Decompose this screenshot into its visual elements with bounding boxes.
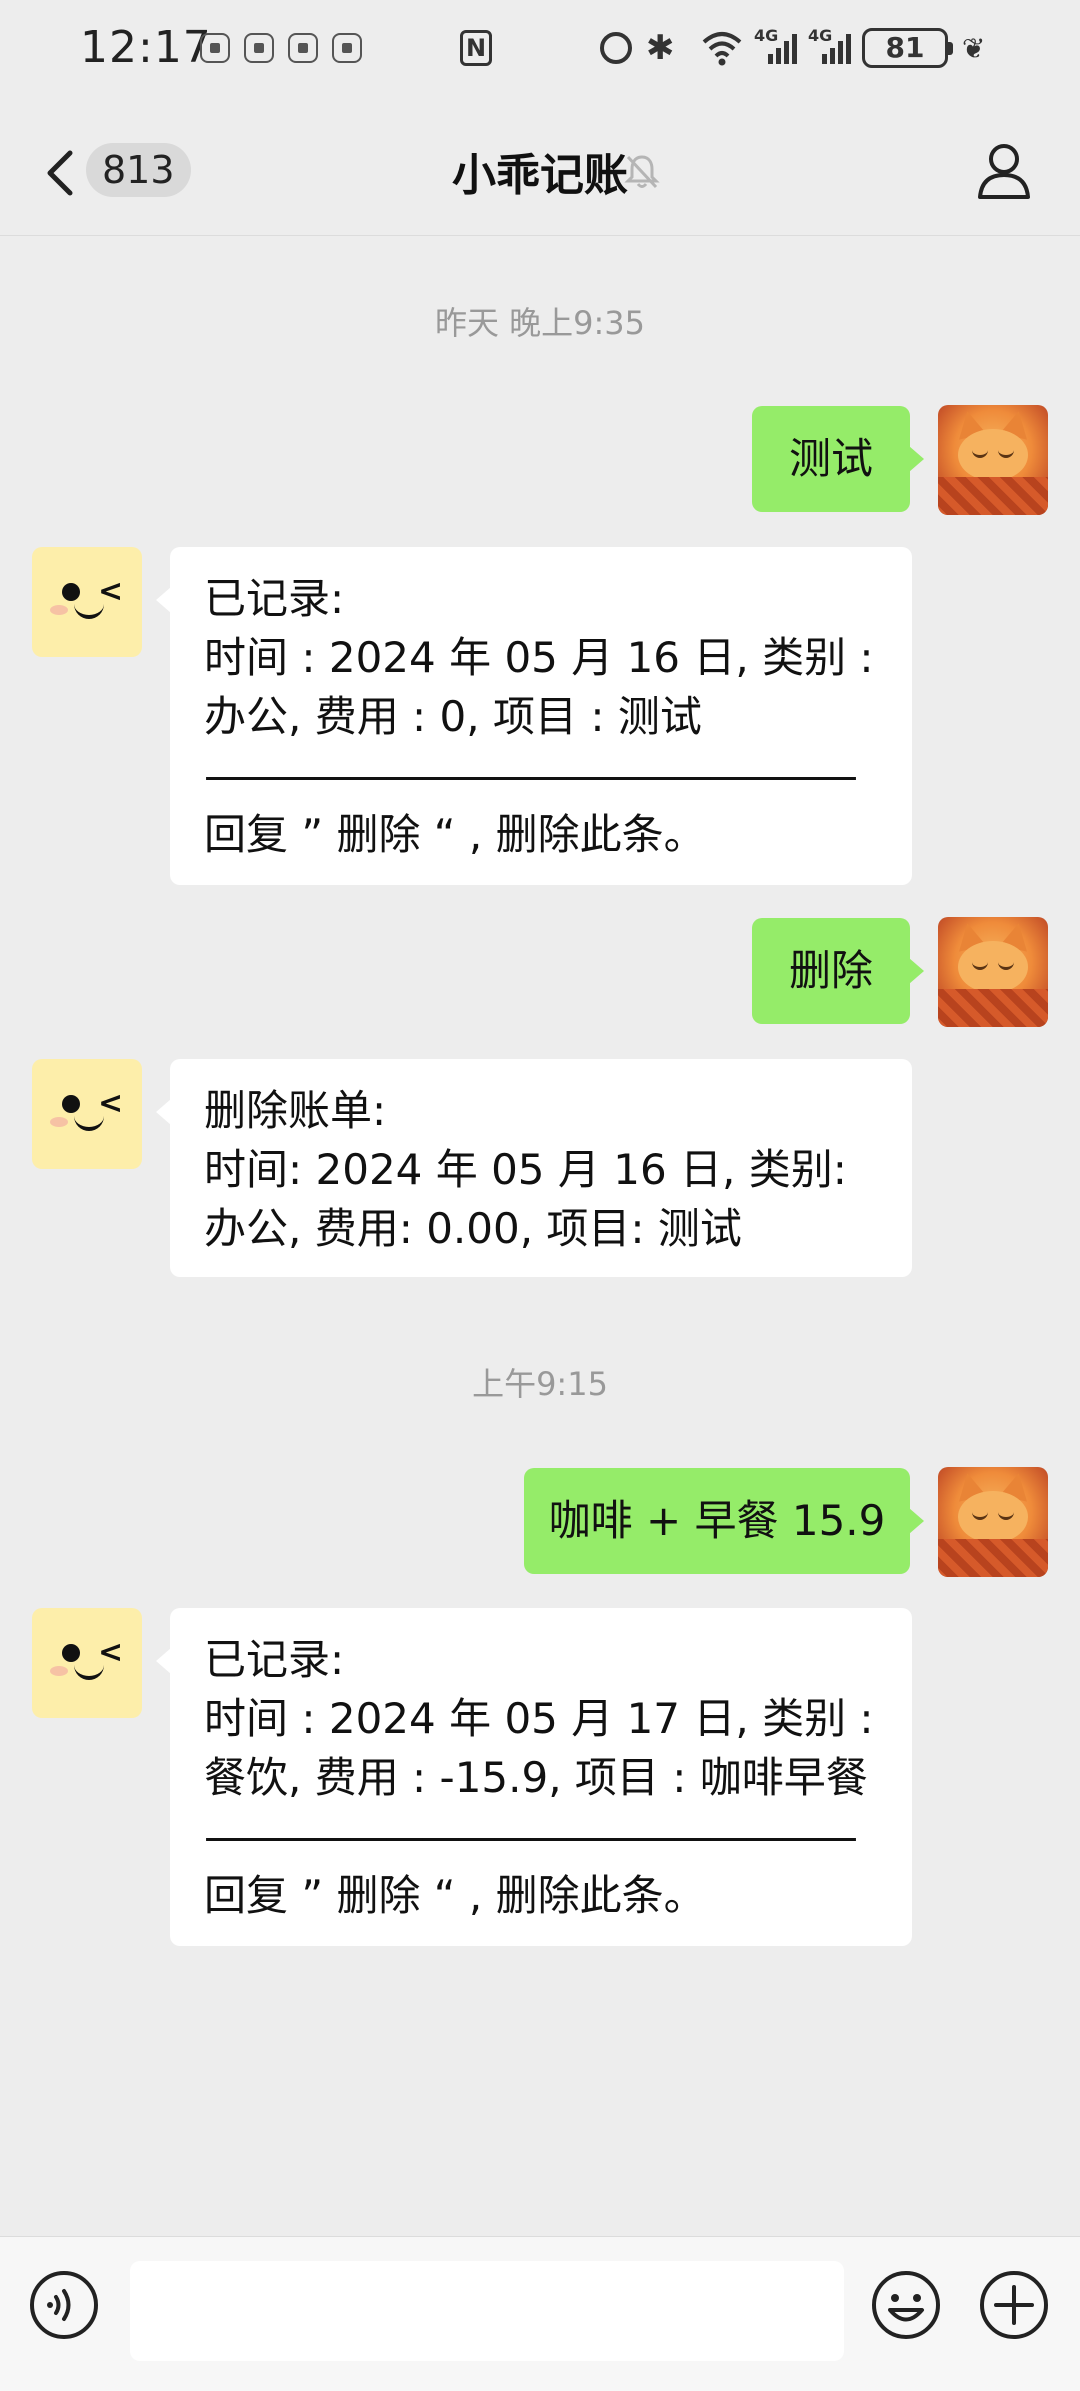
message-line: 删除账单: bbox=[204, 1086, 387, 1135]
notification-icons bbox=[200, 33, 362, 63]
message-line: 时间 : 2024 年 05 月 17 日, 类别 : bbox=[204, 1694, 874, 1743]
more-options-button[interactable] bbox=[978, 2269, 1050, 2341]
smiley-icon bbox=[872, 2271, 940, 2339]
voice-icon bbox=[30, 2271, 98, 2339]
battery-indicator: 81 bbox=[862, 28, 953, 68]
message-line: 办公, 费用 : 0, 项目 : 测试 bbox=[204, 692, 702, 741]
message-line: 已记录: bbox=[204, 1635, 345, 1684]
message-timestamp: 上午9:15 bbox=[472, 1365, 608, 1403]
message-timestamp: 昨天 晚上9:35 bbox=[434, 304, 646, 342]
emoji-button[interactable] bbox=[870, 2269, 942, 2341]
chat-title: 小乖记账 bbox=[452, 150, 628, 201]
message-divider-line: —————————————————— bbox=[204, 1812, 858, 1861]
wifi-icon bbox=[700, 28, 742, 68]
bot-avatar[interactable]: < bbox=[32, 1608, 142, 1718]
status-bar: 12:17 N ✱ 4G 4G 81 ❦ bbox=[0, 0, 1080, 105]
cellular-signal-icon: 4G bbox=[754, 26, 797, 68]
message-line: 时间: 2024 年 05 月 16 日, 类别: bbox=[204, 1145, 847, 1194]
outgoing-message-bubble[interactable]: 咖啡 + 早餐 15.9 bbox=[524, 1468, 924, 1574]
my-avatar[interactable] bbox=[938, 405, 1048, 515]
bot-avatar[interactable]: < bbox=[32, 547, 142, 657]
my-avatar[interactable] bbox=[938, 1467, 1048, 1577]
notification-app-icon bbox=[244, 33, 274, 63]
status-time: 12:17 bbox=[80, 22, 212, 73]
message-divider-line: —————————————————— bbox=[204, 751, 858, 800]
message-line: 回复 ” 删除 “ , 删除此条。 bbox=[204, 1871, 706, 1920]
alarm-icon bbox=[600, 32, 632, 64]
message-line: 时间 : 2024 年 05 月 16 日, 类别 : bbox=[204, 633, 874, 682]
outgoing-message-bubble[interactable]: 删除 bbox=[752, 918, 924, 1024]
bluetooth-icon: ✱ bbox=[646, 28, 675, 68]
notification-app-icon bbox=[200, 33, 230, 63]
outgoing-message-bubble[interactable]: 测试 bbox=[752, 406, 924, 512]
person-icon bbox=[978, 144, 1030, 199]
muted-bell-icon bbox=[622, 151, 662, 191]
notification-app-icon bbox=[332, 33, 362, 63]
cellular-signal-icon: 4G bbox=[808, 26, 851, 68]
bot-avatar[interactable]: < bbox=[32, 1059, 142, 1169]
message-line: 回复 ” 删除 “ , 删除此条。 bbox=[204, 810, 706, 859]
message-input[interactable] bbox=[130, 2261, 844, 2361]
incoming-message-bubble[interactable]: 已记录: 时间 : 2024 年 05 月 17 日, 类别 : 餐饮, 费用 … bbox=[156, 1608, 912, 1946]
chat-header: 813 小乖记账 bbox=[0, 105, 1080, 236]
message-line: 办公, 费用: 0.00, 项目: 测试 bbox=[204, 1204, 742, 1253]
my-avatar[interactable] bbox=[938, 917, 1048, 1027]
voice-input-button[interactable] bbox=[28, 2269, 100, 2341]
message-input-bar bbox=[0, 2236, 1080, 2391]
incoming-message-bubble[interactable]: 已记录: 时间 : 2024 年 05 月 16 日, 类别 : 办公, 费用 … bbox=[156, 547, 912, 885]
message-line: 餐饮, 费用 : -15.9, 项目 : 咖啡早餐 bbox=[204, 1753, 868, 1802]
message-line: 已记录: bbox=[204, 574, 345, 623]
plus-icon bbox=[980, 2271, 1048, 2339]
chat-info-button[interactable] bbox=[976, 141, 1032, 201]
notification-app-icon bbox=[288, 33, 318, 63]
nfc-icon: N bbox=[460, 30, 492, 66]
power-saving-leaf-icon: ❦ bbox=[962, 31, 986, 65]
incoming-message-bubble[interactable]: 删除账单: 时间: 2024 年 05 月 16 日, 类别: 办公, 费用: … bbox=[156, 1059, 912, 1277]
